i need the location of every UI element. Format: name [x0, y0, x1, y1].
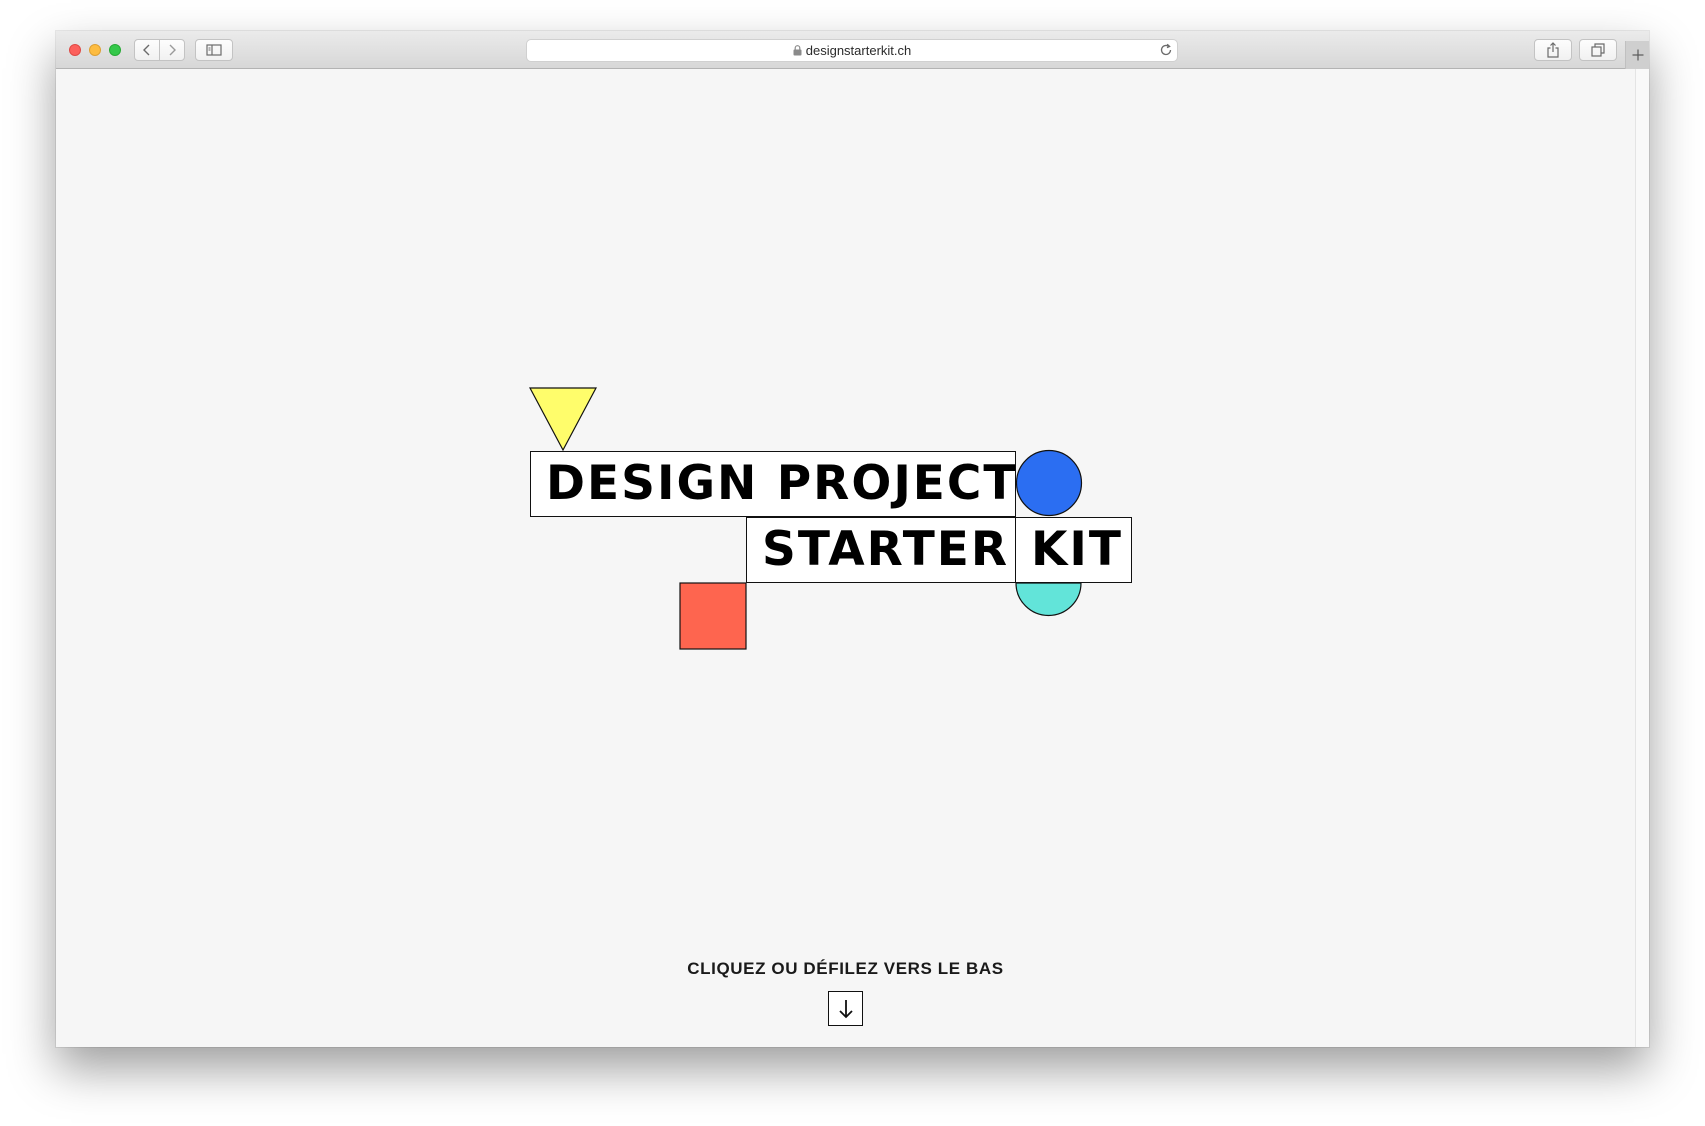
yellow-triangle	[529, 387, 597, 452]
page-content: DESIGN PROJECT STARTER KIT CLIQUEZ OU DÉ…	[56, 69, 1649, 1047]
back-button[interactable]	[134, 39, 160, 61]
browser-window: designstarterkit.ch DESIGN PROJECT START…	[56, 31, 1649, 1047]
zoom-window-button[interactable]	[109, 44, 121, 56]
logo-word-starter: STARTER	[746, 517, 1016, 583]
logo-word-kit: KIT	[1015, 517, 1132, 583]
address-bar[interactable]: designstarterkit.ch	[526, 39, 1178, 62]
address-url: designstarterkit.ch	[527, 40, 1177, 61]
logo-shapes	[529, 387, 1083, 650]
reload-icon[interactable]	[1159, 43, 1173, 57]
browser-toolbar: designstarterkit.ch	[56, 31, 1649, 69]
share-button[interactable]	[1534, 39, 1572, 61]
forward-button[interactable]	[159, 39, 185, 61]
scrollbar[interactable]	[1635, 69, 1649, 1047]
new-tab-button[interactable]	[1625, 41, 1649, 69]
sidebar-button[interactable]	[195, 39, 233, 61]
tabs-overview-button[interactable]	[1579, 39, 1617, 61]
forward-icon	[169, 44, 176, 56]
lock-icon	[793, 45, 802, 56]
share-icon	[1547, 42, 1559, 58]
close-window-button[interactable]	[69, 44, 81, 56]
arrow-down-icon	[838, 999, 853, 1018]
url-text: designstarterkit.ch	[805, 43, 912, 58]
back-icon	[143, 44, 150, 56]
tabs-icon	[1591, 43, 1605, 57]
red-square	[679, 582, 747, 650]
sidebar-icon	[206, 44, 222, 56]
teal-semicircle	[1015, 582, 1082, 617]
minimize-window-button[interactable]	[89, 44, 101, 56]
logo-word-design-project: DESIGN PROJECT	[530, 451, 1016, 517]
scroll-hint-label: CLIQUEZ OU DÉFILEZ VERS LE BAS	[687, 959, 1004, 978]
scroll-down-button[interactable]	[828, 991, 863, 1026]
blue-circle	[1015, 449, 1083, 517]
plus-icon	[1632, 49, 1643, 61]
